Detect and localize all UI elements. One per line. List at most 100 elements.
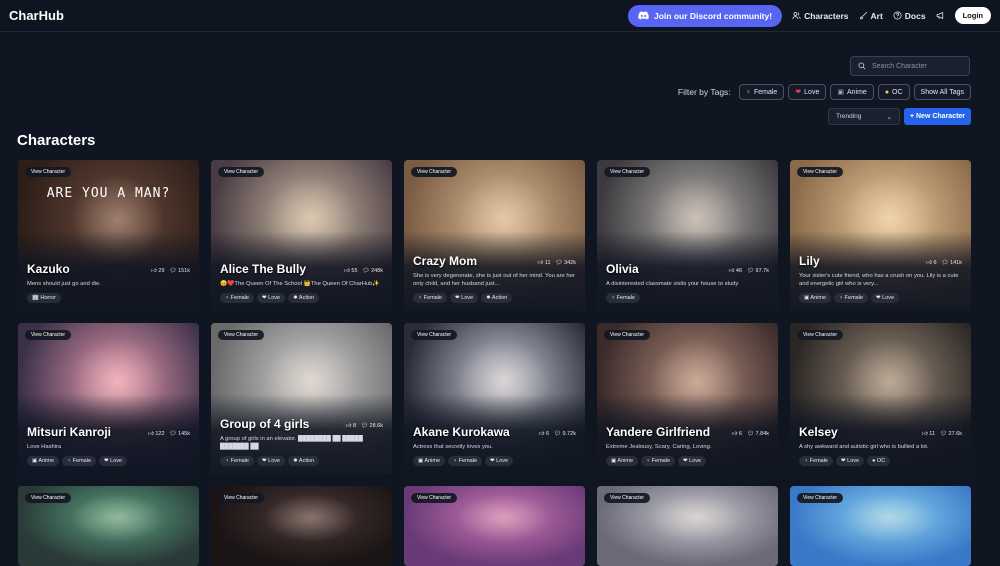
character-card[interactable]: View Character Alice The Bully 👍︎ 55 💬︎ 248… <box>211 160 392 311</box>
card-stats: 👍︎ 29 💬︎ 151k <box>151 268 190 276</box>
chats-count: 342k <box>564 259 576 266</box>
character-card[interactable]: View Character Lily 👍︎ 6 💬︎ 141k Your sister… <box>790 160 971 311</box>
character-card[interactable]: View Character Akane Kurokawa 👍︎ 6 💬︎ 9.72k… <box>404 323 585 474</box>
sort-select[interactable]: Trending ⌄ <box>828 108 900 125</box>
view-character-button[interactable]: View Character <box>218 167 265 177</box>
character-name: Yandere Girlfriend <box>606 425 711 440</box>
character-card[interactable]: View Character Mitsuri Kanroji 👍︎ 122 💬︎ 14… <box>18 323 199 474</box>
character-tag[interactable]: ▣ Anime <box>606 456 639 466</box>
view-character-button[interactable]: View Character <box>411 167 458 177</box>
character-card[interactable]: View Character Crazy Mom 👍︎ 11 💬︎ 342k She i… <box>404 160 585 311</box>
character-tag[interactable]: ❤ Love <box>836 456 865 466</box>
character-grid: ARE YOU A MAN? View Character Kazuko 👍︎ 29 💬… <box>18 160 971 566</box>
view-character-button[interactable]: View Character <box>604 330 651 340</box>
card-info: Alice The Bully 👍︎ 55 💬︎ 248k 😠❤️The Queen … <box>220 262 383 303</box>
character-tag[interactable]: ▣ Anime <box>413 456 446 466</box>
chats-count: 97.7k <box>755 268 769 275</box>
character-tag[interactable]: ▣ Anime <box>27 456 60 466</box>
view-character-button[interactable]: View Character <box>604 167 651 177</box>
character-tags: ♀ Female ❤ Love ● OC <box>799 456 962 466</box>
character-tag[interactable]: ♀ Female <box>62 456 97 466</box>
likes-stat: 👍︎ 122 <box>148 431 164 437</box>
chats-count: 9.72k <box>562 431 576 438</box>
character-tag[interactable]: ♀ Female <box>641 456 676 466</box>
chats-count: 145k <box>178 431 190 438</box>
view-character-button[interactable]: View Character <box>25 493 72 503</box>
character-tag[interactable]: ✹ Action <box>288 293 320 303</box>
character-tag[interactable]: ● OC <box>867 456 891 466</box>
view-character-button[interactable]: View Character <box>604 493 651 503</box>
character-tag[interactable]: ▣ Anime <box>799 293 832 303</box>
nav-docs[interactable]: Docs <box>893 11 926 21</box>
filter-tag-female[interactable]: ♀ Female <box>738 84 785 100</box>
nav-characters[interactable]: Characters <box>792 10 849 21</box>
new-character-button[interactable]: + New Character <box>904 108 971 125</box>
character-description: Love Hashira <box>27 444 62 451</box>
character-tag[interactable]: ❤ Love <box>450 293 479 303</box>
character-name: Crazy Mom <box>413 253 478 268</box>
filter-tag-label: Anime <box>846 88 867 96</box>
search-box[interactable] <box>850 56 970 76</box>
character-card[interactable]: View Character <box>211 486 392 566</box>
thumbs-up-icon: 👍︎ <box>344 268 350 275</box>
character-tag[interactable]: ♀ Female <box>220 293 254 303</box>
character-card[interactable]: View Character <box>790 486 971 566</box>
chats-count: 248k <box>371 268 383 275</box>
character-name: Alice The Bully <box>220 262 307 277</box>
discord-button[interactable]: Join our Discord community! <box>628 4 783 27</box>
character-card[interactable]: View Character Yandere Girlfriend 👍︎ 6 💬︎ 7… <box>597 323 778 474</box>
site-logo[interactable]: CharHub <box>9 8 64 23</box>
character-tag[interactable]: ❤ Love <box>99 456 128 466</box>
card-info: Kelsey 👍︎ 11 💬︎ 27.6k A shy awkward and aut… <box>799 425 962 466</box>
nav-art-label: Art <box>870 10 883 21</box>
card-info: Akane Kurokawa 👍︎ 6 💬︎ 9.72k Actress that s… <box>413 425 576 466</box>
thumbs-up-icon: 👍︎ <box>538 431 545 438</box>
search-input[interactable] <box>872 62 962 70</box>
view-character-button[interactable]: View Character <box>25 167 72 177</box>
filter-tag-love[interactable]: ❤ Love <box>788 84 827 100</box>
character-card[interactable]: ARE YOU A MAN? View Character Kazuko 👍︎ 29 💬… <box>18 160 199 311</box>
character-tag[interactable]: ♀ Female <box>606 293 640 303</box>
character-card[interactable]: View Character Group of 4 girls 👍︎ 8 💬︎ 28.… <box>211 323 392 474</box>
character-tags: ▣ Anime ♀ Female ❤ Love <box>799 293 962 303</box>
login-button[interactable]: Login <box>954 7 991 24</box>
view-character-button[interactable]: View Character <box>797 167 844 177</box>
character-tag[interactable]: ❤ Love <box>257 293 286 303</box>
character-tag[interactable]: ✹ Action <box>288 456 320 466</box>
character-card[interactable]: View Character <box>404 486 585 566</box>
card-stats: 👍︎ 46 💬︎ 97.7k <box>729 268 769 276</box>
character-tag[interactable]: ♀ Female <box>448 456 483 466</box>
users-icon <box>792 12 801 19</box>
view-character-button[interactable]: View Character <box>25 330 72 340</box>
character-tag[interactable]: ❤ Love <box>871 293 900 303</box>
chats-stat: 💬︎ 248k <box>363 268 383 274</box>
nav-characters-label: Characters <box>804 10 849 21</box>
character-card[interactable]: View Character <box>18 486 199 566</box>
character-tag[interactable]: 🏢 Horror <box>27 293 61 303</box>
character-card[interactable]: View Character <box>597 486 778 566</box>
announcements-button[interactable] <box>936 11 945 20</box>
character-card[interactable]: View Character Olivia 👍︎ 46 💬︎ 97.7k A disin… <box>597 160 778 311</box>
filter-tag-anime[interactable]: ▣ Anime <box>830 84 874 100</box>
character-tag[interactable]: ♀ Female <box>413 293 447 303</box>
view-character-button[interactable]: View Character <box>797 493 844 503</box>
character-tag[interactable]: ♀ Female <box>834 293 869 303</box>
nav-art[interactable]: Art <box>859 11 883 21</box>
view-character-button[interactable]: View Character <box>411 493 458 503</box>
character-description: A shy awkward and autistic girl who is b… <box>799 444 929 451</box>
view-character-button[interactable]: View Character <box>411 330 458 340</box>
chats-stat: 💬︎ 9.72k <box>554 431 576 437</box>
character-tag[interactable]: ❤ Love <box>678 456 707 466</box>
show-all-tags-button[interactable]: Show All Tags <box>913 84 971 100</box>
character-tag[interactable]: ♀ Female <box>220 456 254 466</box>
filter-tag-oc[interactable]: ● OC <box>877 84 910 100</box>
character-card[interactable]: View Character Kelsey 👍︎ 11 💬︎ 27.6k A shy a… <box>790 323 971 474</box>
view-character-button[interactable]: View Character <box>797 330 844 340</box>
character-tag[interactable]: ❤ Love <box>485 456 514 466</box>
character-tag[interactable]: ❤ Love <box>257 456 286 466</box>
character-tag[interactable]: ✹ Action <box>481 293 513 303</box>
discord-label: Join our Discord community! <box>654 10 773 21</box>
view-character-button[interactable]: View Character <box>218 493 265 503</box>
character-tag[interactable]: ♀ Female <box>799 456 833 466</box>
view-character-button[interactable]: View Character <box>218 330 265 340</box>
